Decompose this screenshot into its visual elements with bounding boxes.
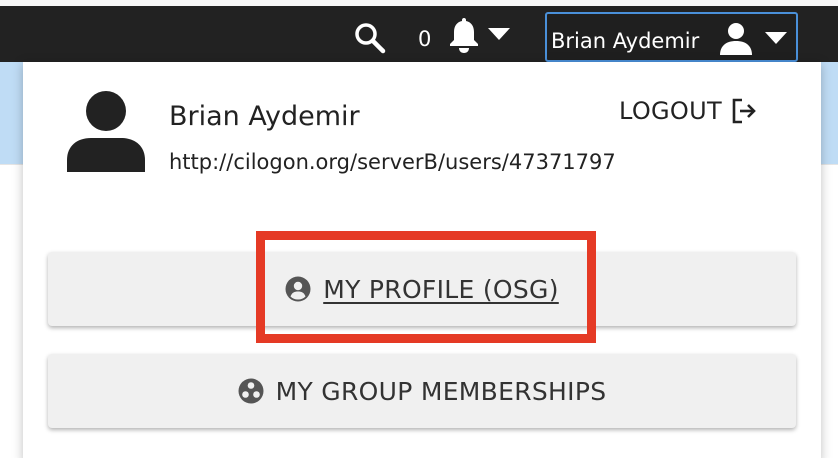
bell-icon — [450, 18, 478, 53]
my-profile-button[interactable]: MY PROFILE (OSG) — [48, 252, 796, 326]
user-icon — [720, 23, 752, 55]
search-button[interactable] — [352, 20, 388, 56]
top-navbar: 0 Brian Aydemir — [0, 0, 838, 62]
notifications-button[interactable] — [444, 14, 514, 54]
profile-identity: http://cilogon.org/serverB/users/4737179… — [169, 150, 616, 174]
notification-count: 0 — [418, 27, 432, 51]
logout-icon — [732, 98, 756, 124]
logout-label: LOGOUT — [619, 97, 722, 125]
search-icon — [355, 23, 386, 54]
my-profile-label: MY PROFILE (OSG) — [323, 274, 559, 304]
my-group-memberships-button[interactable]: MY GROUP MEMBERSHIPS — [48, 354, 796, 428]
chevron-down-icon — [488, 28, 510, 40]
group-circle-icon — [238, 378, 264, 404]
user-menu-button[interactable]: Brian Aydemir — [545, 12, 798, 62]
my-group-memberships-label: MY GROUP MEMBERSHIPS — [275, 376, 607, 406]
user-circle-icon — [285, 276, 311, 302]
chevron-down-icon — [765, 32, 787, 44]
user-menu-label: Brian Aydemir — [551, 29, 700, 53]
logout-button[interactable]: LOGOUT — [619, 94, 758, 128]
profile-name: Brian Aydemir — [169, 101, 360, 132]
browser-edge-strip — [0, 0, 838, 6]
avatar-icon — [67, 91, 145, 172]
user-dropdown-menu: Brian Aydemir http://cilogon.org/serverB… — [23, 62, 821, 458]
